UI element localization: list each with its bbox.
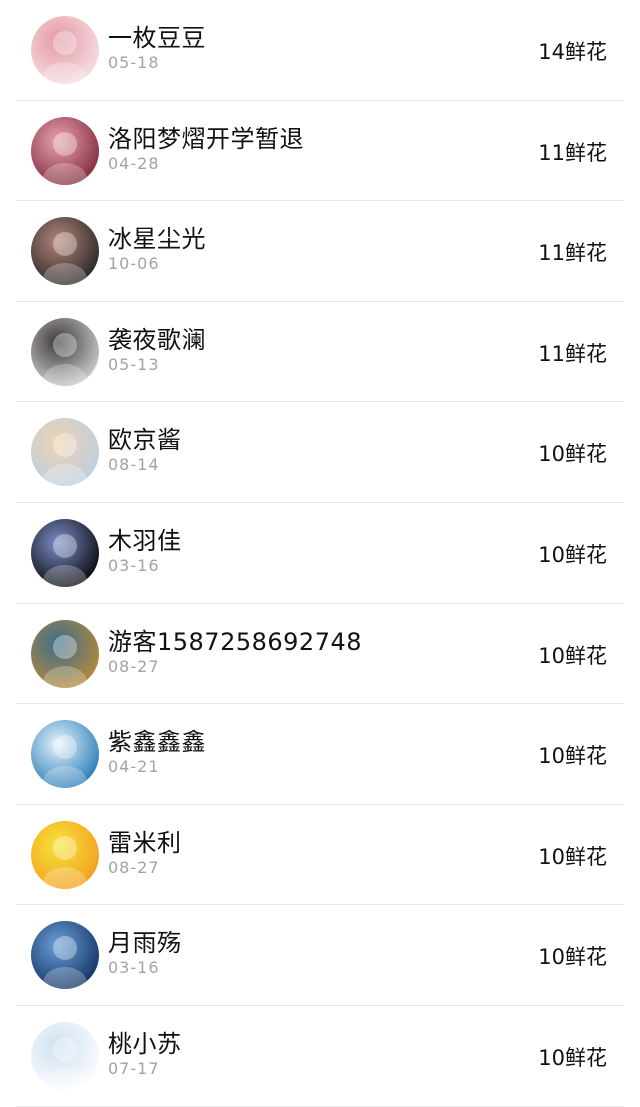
date-label: 07-17	[108, 1058, 160, 1078]
avatar[interactable]	[31, 518, 99, 587]
user-name: 月雨殇	[108, 929, 182, 958]
list-item[interactable]: 欧京酱 08-14 10鲜花	[0, 402, 640, 503]
list-item[interactable]: 月雨殇 03-16 10鲜花	[0, 905, 640, 1006]
date-label: 08-27	[108, 857, 160, 877]
list-item[interactable]: 雷米利 08-27 10鲜花	[0, 805, 640, 906]
date-label: 03-16	[108, 555, 160, 575]
flower-count: 11鲜花	[538, 241, 607, 266]
avatar[interactable]	[31, 317, 99, 386]
flower-count: 10鲜花	[538, 744, 607, 769]
flower-count: 10鲜花	[538, 844, 607, 869]
flower-count: 11鲜花	[538, 341, 607, 366]
date-label: 05-13	[108, 354, 160, 374]
flower-count: 11鲜花	[538, 140, 607, 165]
user-name: 欧京酱	[108, 426, 182, 455]
user-name: 洛阳梦熠开学暂退	[108, 124, 304, 153]
flower-count: 10鲜花	[538, 1045, 607, 1070]
avatar[interactable]	[31, 116, 99, 185]
avatar[interactable]	[31, 1021, 99, 1090]
flower-ranking-list: 一枚豆豆 05-18 14鲜花 洛阳梦熠开学暂退 04-28 11鲜花 冰星尘光 10-06 1…	[0, 0, 640, 1107]
avatar[interactable]	[31, 217, 99, 286]
user-name: 桃小苏	[108, 1029, 182, 1058]
date-label: 05-18	[108, 53, 160, 72]
user-name: 紫鑫鑫鑫	[108, 728, 206, 757]
date-label: 10-06	[108, 254, 160, 274]
flower-count: 10鲜花	[538, 542, 607, 567]
avatar[interactable]	[31, 16, 99, 84]
avatar[interactable]	[31, 820, 99, 889]
user-name: 木羽佳	[108, 526, 182, 555]
user-name: 一枚豆豆	[108, 24, 206, 52]
flower-count: 10鲜花	[538, 643, 607, 668]
list-item[interactable]: 冰星尘光 10-06 11鲜花	[0, 201, 640, 302]
date-label: 03-16	[108, 958, 160, 978]
list-item[interactable]: 游客1587258692748 08-27 10鲜花	[0, 604, 640, 705]
user-name: 袭夜歌澜	[108, 325, 206, 354]
date-label: 08-14	[108, 455, 160, 475]
avatar[interactable]	[31, 921, 99, 990]
flower-count: 14鲜花	[538, 40, 607, 64]
user-name: 雷米利	[108, 828, 182, 857]
list-item[interactable]: 袭夜歌澜 05-13 11鲜花	[0, 302, 640, 403]
list-item[interactable]: 紫鑫鑫鑫 04-21 10鲜花	[0, 704, 640, 805]
date-label: 04-28	[108, 153, 160, 173]
avatar[interactable]	[31, 418, 99, 487]
row-divider	[16, 1105, 624, 1107]
date-label: 08-27	[108, 656, 160, 676]
flower-count: 10鲜花	[538, 945, 607, 970]
user-name: 游客1587258692748	[108, 627, 363, 656]
list-item[interactable]: 洛阳梦熠开学暂退 04-28 11鲜花	[0, 101, 640, 202]
user-name: 冰星尘光	[108, 225, 206, 254]
list-item[interactable]: 木羽佳 03-16 10鲜花	[0, 503, 640, 604]
avatar[interactable]	[31, 619, 99, 688]
flower-count: 10鲜花	[538, 442, 607, 467]
list-item[interactable]: 一枚豆豆 05-18 14鲜花	[0, 0, 640, 101]
avatar[interactable]	[31, 720, 99, 789]
date-label: 04-21	[108, 757, 160, 777]
list-item[interactable]: 桃小苏 07-17 10鲜花	[0, 1006, 640, 1107]
